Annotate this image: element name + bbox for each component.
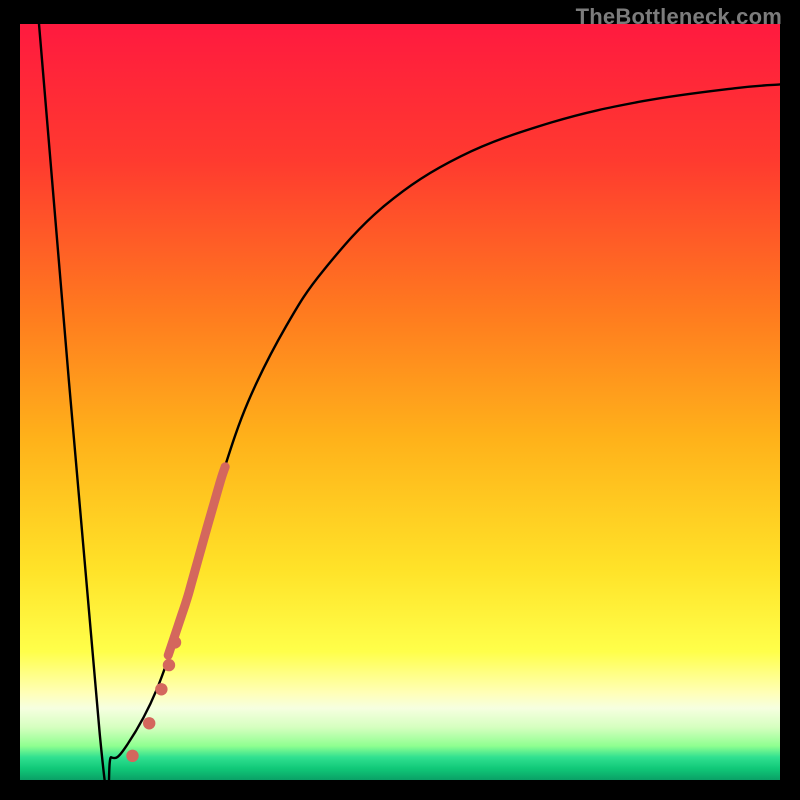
chart-frame: TheBottleneck.com	[0, 0, 800, 800]
data-point	[163, 659, 175, 671]
gradient-background	[20, 24, 780, 780]
data-point	[169, 636, 181, 648]
bottleneck-chart	[0, 0, 800, 800]
data-point	[155, 683, 167, 695]
data-point	[126, 750, 138, 762]
data-point	[143, 717, 155, 729]
watermark-text: TheBottleneck.com	[576, 4, 782, 30]
